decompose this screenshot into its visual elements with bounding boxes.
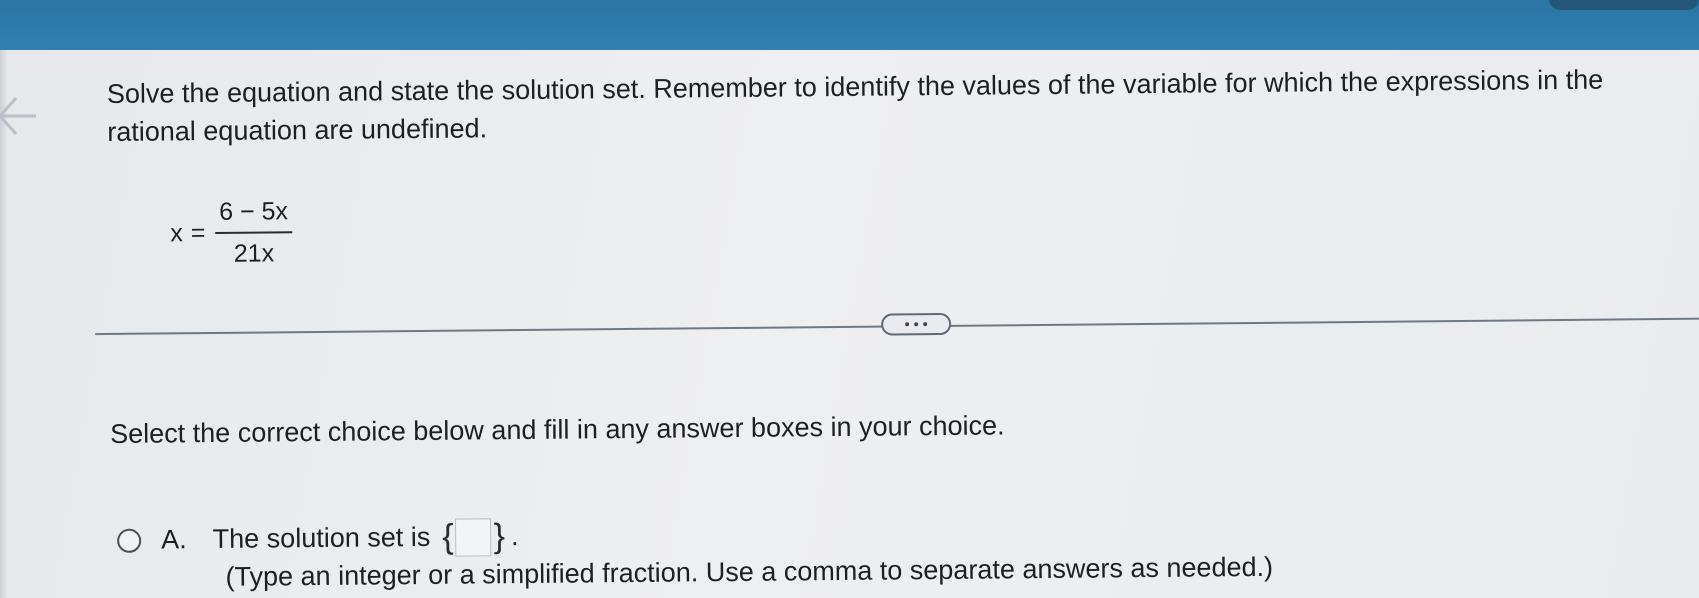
ellipsis-icon (905, 322, 910, 327)
fraction-numerator: 6 − 5x (219, 196, 289, 226)
expand-ellipsis-button[interactable] (881, 312, 952, 336)
equation: x = 6 − 5x 21x (170, 192, 293, 273)
answer-input-box[interactable] (455, 517, 492, 557)
equation-equals: = (190, 218, 206, 247)
equation-fraction: 6 − 5x 21x (215, 196, 293, 269)
choice-a[interactable]: A. The solution set is { } . (117, 517, 519, 560)
question-text: Solve the equation and state the solutio… (106, 64, 1604, 147)
choice-a-period: . (510, 521, 519, 552)
choice-a-hint: (Type an integer or a simplified fractio… (225, 551, 1274, 592)
ellipsis-icon (923, 322, 928, 327)
close-brace: } (493, 517, 506, 556)
ellipsis-icon (914, 322, 919, 327)
instruction-text: Select the correct choice below and fill… (110, 410, 1005, 449)
open-brace: { (442, 517, 454, 556)
choice-a-text: The solution set is (212, 521, 431, 554)
equation-lhs: x (170, 218, 183, 247)
choice-a-letter: A. (161, 524, 187, 555)
choice-a-radio[interactable] (117, 528, 142, 553)
fraction-denominator: 21x (233, 238, 275, 268)
question-content: Solve the equation and state the solutio… (0, 0, 1699, 598)
